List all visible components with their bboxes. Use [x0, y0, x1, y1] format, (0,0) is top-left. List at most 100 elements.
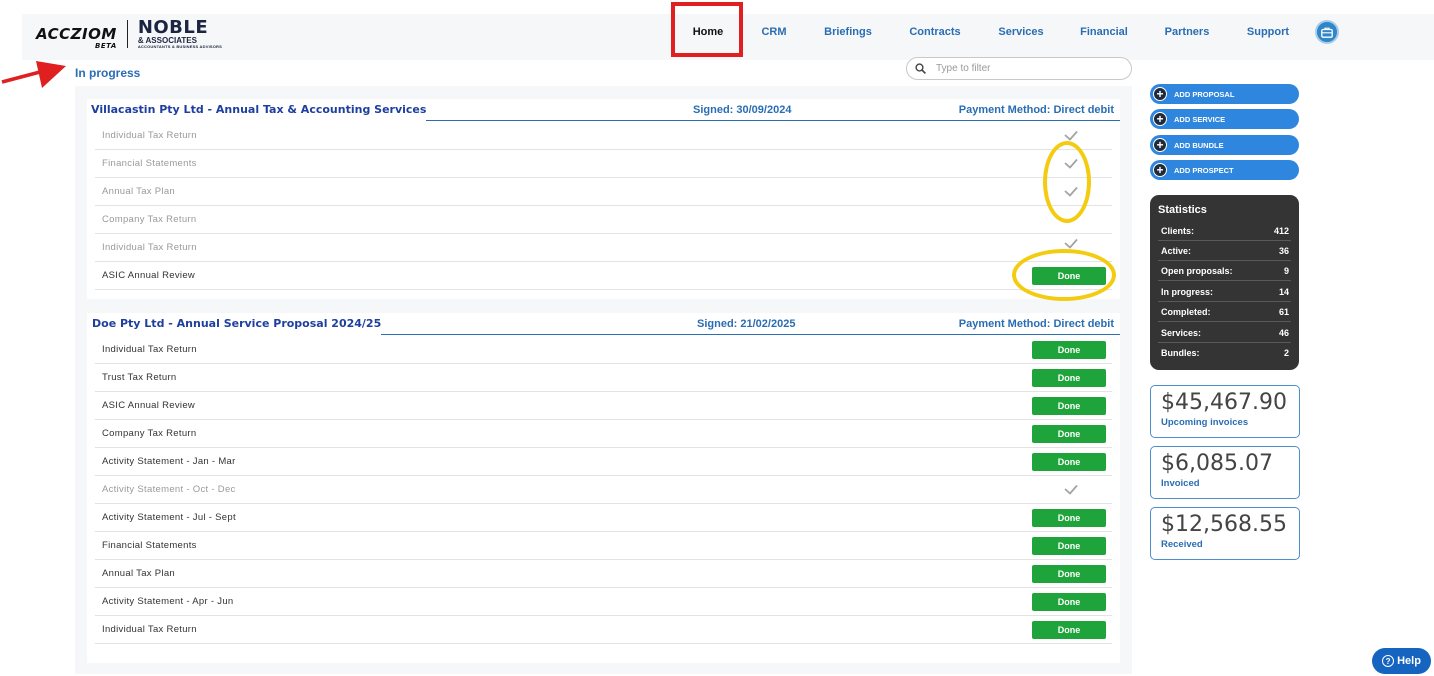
- check-icon[interactable]: [1064, 130, 1078, 141]
- plus-icon: +: [1153, 87, 1167, 101]
- service-row: Financial Statements: [95, 150, 1112, 178]
- service-name: ASIC Annual Review: [102, 400, 196, 411]
- service-row: Individual Tax Return Done: [95, 336, 1112, 364]
- stat-label: Bundles:: [1161, 348, 1200, 358]
- service-name: Individual Tax Return: [102, 344, 197, 355]
- stat-label: Clients:: [1161, 226, 1195, 236]
- stat-row-open-proposals: Open proposals: 9: [1158, 261, 1291, 281]
- stat-label: Completed:: [1161, 307, 1211, 317]
- service-row: Individual Tax Return: [95, 122, 1112, 150]
- invoiced-tile[interactable]: $6,085.07 Invoiced: [1150, 446, 1300, 499]
- proposal-title[interactable]: Doe Pty Ltd - Annual Service Proposal 20…: [87, 313, 382, 335]
- help-button[interactable]: ? Help: [1372, 648, 1431, 674]
- partner-name: NOBLE: [137, 17, 209, 38]
- done-button[interactable]: Done: [1032, 565, 1106, 583]
- service-name: Company Tax Return: [102, 428, 197, 439]
- partner-tagline: ACCOUNTANTS & BUSINESS ADVISORS: [137, 44, 223, 49]
- service-row: Individual Tax Return: [95, 234, 1112, 262]
- done-button[interactable]: Done: [1032, 425, 1106, 443]
- nav-crm[interactable]: CRM: [752, 14, 796, 60]
- service-name: Individual Tax Return: [102, 130, 197, 141]
- add-prospect-button[interactable]: + ADD PROSPECT: [1150, 160, 1299, 180]
- done-button[interactable]: Done: [1032, 593, 1106, 611]
- app-root: ACCZIOM BETA NOBLE & ASSOCIATES ACCOUNTA…: [0, 0, 1434, 676]
- service-row: Company Tax Return: [95, 206, 1112, 234]
- service-row: Annual Tax Plan: [95, 178, 1112, 206]
- logo-primary: ACCZIOM: [36, 25, 117, 43]
- proposal-card-villacastin: Villacastin Pty Ltd - Annual Tax & Accou…: [87, 99, 1120, 299]
- add-bundle-button[interactable]: + ADD BUNDLE: [1150, 135, 1299, 155]
- help-label: Help: [1397, 655, 1421, 667]
- briefcase-icon: [1321, 27, 1333, 38]
- nav-services[interactable]: Services: [990, 14, 1052, 60]
- red-arrow-annotation: [1, 61, 66, 88]
- nav-briefings[interactable]: Briefings: [818, 14, 878, 60]
- account-button[interactable]: [1315, 20, 1339, 44]
- plus-icon: +: [1153, 112, 1167, 126]
- done-button[interactable]: Done: [1032, 621, 1106, 639]
- service-row: Company Tax Return Done: [95, 420, 1112, 448]
- proposal-card-doe: Doe Pty Ltd - Annual Service Proposal 20…: [87, 313, 1120, 663]
- service-name: Activity Statement - Jan - Mar: [102, 456, 236, 467]
- check-icon[interactable]: [1064, 484, 1078, 495]
- filter-input[interactable]: [936, 63, 1106, 74]
- done-button[interactable]: Done: [1032, 537, 1106, 555]
- service-row: Activity Statement - Jul - Sept Done: [95, 504, 1112, 532]
- done-button[interactable]: Done: [1032, 369, 1106, 387]
- service-name: Trust Tax Return: [102, 372, 177, 383]
- money-label: Upcoming invoices: [1161, 417, 1249, 428]
- service-name: Activity Statement - Apr - Jun: [102, 596, 234, 607]
- service-name: Individual Tax Return: [102, 624, 197, 635]
- proposal-signed-date: Signed: 30/09/2024: [693, 104, 792, 116]
- stat-label: Active:: [1161, 246, 1192, 256]
- question-icon: ?: [1382, 655, 1395, 667]
- check-icon[interactable]: [1064, 238, 1078, 249]
- plus-icon: +: [1153, 163, 1167, 177]
- nav-financial[interactable]: Financial: [1074, 14, 1134, 60]
- service-name: Activity Statement - Jul - Sept: [102, 512, 236, 523]
- service-row: Financial Statements Done: [95, 532, 1112, 560]
- acczium-logo-text: ACCZIOM BETA: [36, 25, 117, 50]
- stat-row-active: Active: 36: [1158, 241, 1291, 261]
- add-prospect-label: ADD PROSPECT: [1174, 165, 1234, 175]
- service-row: Activity Statement - Oct - Dec: [95, 476, 1112, 504]
- service-name: Annual Tax Plan: [102, 186, 175, 197]
- stat-row-completed: Completed: 61: [1158, 302, 1291, 322]
- plus-icon: +: [1153, 138, 1167, 152]
- yellow-ellipse-annotation: [1043, 141, 1091, 223]
- proposal-payment-method: Payment Method: Direct debit: [958, 318, 1114, 330]
- yellow-ellipse-annotation: [1012, 249, 1116, 301]
- done-button[interactable]: Done: [1032, 341, 1106, 359]
- nav-home[interactable]: Home: [682, 14, 734, 60]
- stat-value: 36: [1278, 246, 1289, 256]
- service-name: Financial Statements: [102, 540, 197, 551]
- proposal-payment-method: Payment Method: Direct debit: [958, 104, 1114, 116]
- statistics-title: Statistics: [1158, 204, 1207, 216]
- done-button[interactable]: Done: [1032, 509, 1106, 527]
- service-name: Annual Tax Plan: [102, 568, 175, 579]
- stat-value: 2: [1283, 348, 1289, 358]
- add-proposal-button[interactable]: + ADD PROPOSAL: [1150, 84, 1299, 104]
- money-amount: $12,568.55: [1161, 512, 1287, 537]
- proposal-header: Doe Pty Ltd - Annual Service Proposal 20…: [87, 313, 1120, 335]
- service-row: Activity Statement - Apr - Jun Done: [95, 588, 1112, 616]
- service-row: Annual Tax Plan Done: [95, 560, 1112, 588]
- filter-box[interactable]: [906, 57, 1132, 80]
- upcoming-invoices-tile[interactable]: $45,467.90 Upcoming invoices: [1150, 385, 1300, 438]
- service-name: Individual Tax Return: [102, 242, 197, 253]
- received-tile[interactable]: $12,568.55 Received: [1150, 507, 1300, 560]
- top-header: ACCZIOM BETA NOBLE & ASSOCIATES ACCOUNTA…: [22, 2, 1434, 60]
- money-label: Invoiced: [1161, 478, 1200, 489]
- done-button[interactable]: Done: [1032, 453, 1106, 471]
- stat-value: 412: [1273, 226, 1289, 236]
- brand-logo[interactable]: ACCZIOM BETA NOBLE & ASSOCIATES ACCOUNTA…: [36, 17, 223, 51]
- add-service-button[interactable]: + ADD SERVICE: [1150, 109, 1299, 129]
- nav-contracts[interactable]: Contracts: [902, 14, 968, 60]
- proposal-header: Villacastin Pty Ltd - Annual Tax & Accou…: [87, 99, 1120, 121]
- money-amount: $45,467.90: [1161, 390, 1287, 415]
- proposal-title[interactable]: Villacastin Pty Ltd - Annual Tax & Accou…: [87, 99, 427, 121]
- nav-partners[interactable]: Partners: [1158, 14, 1216, 60]
- service-row: Activity Statement - Jan - Mar Done: [95, 448, 1112, 476]
- nav-support[interactable]: Support: [1240, 14, 1296, 60]
- done-button[interactable]: Done: [1032, 397, 1106, 415]
